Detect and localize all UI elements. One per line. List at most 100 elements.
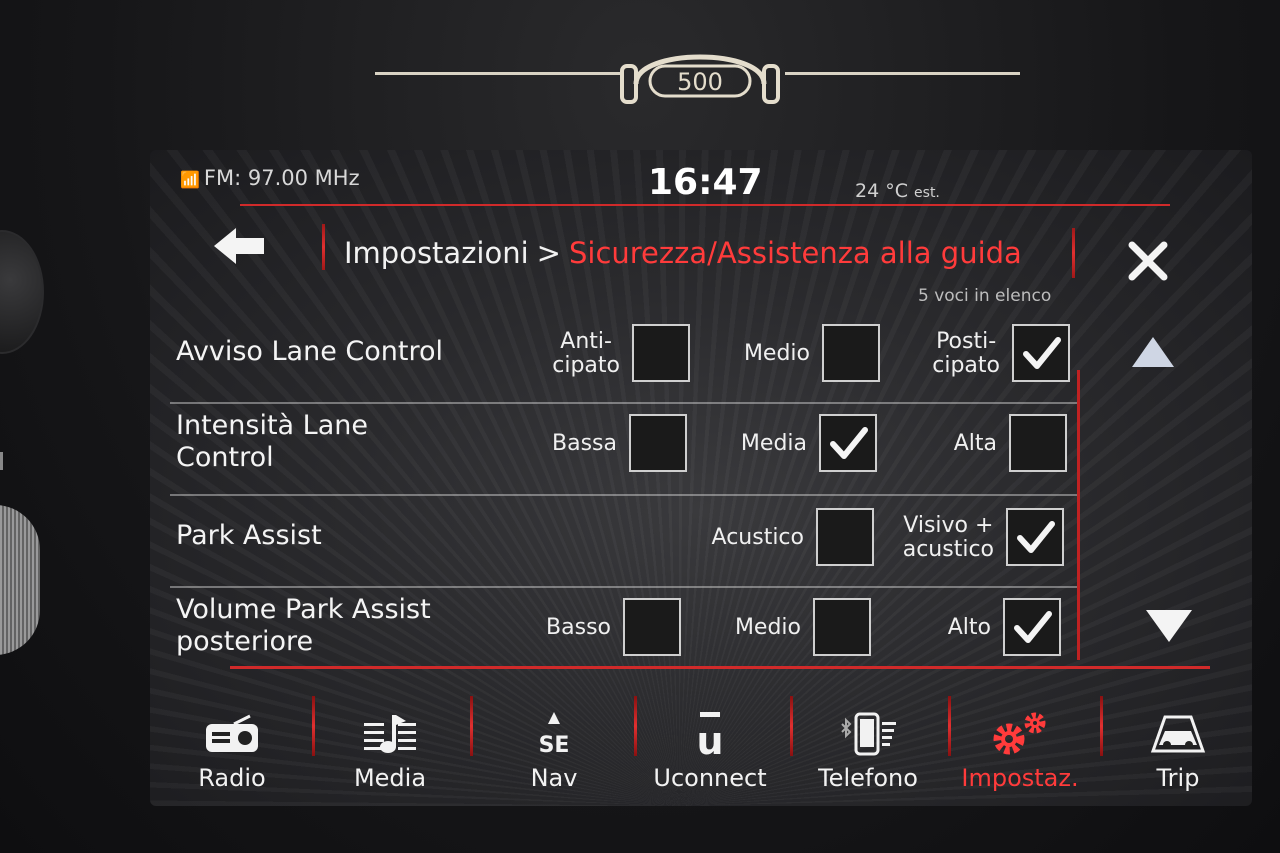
nav-icon: SE bbox=[539, 712, 569, 758]
nav-separator bbox=[1100, 696, 1103, 756]
setting-option: Bassa bbox=[497, 414, 687, 474]
setting-option: Acustico bbox=[684, 508, 874, 568]
back-button[interactable] bbox=[210, 224, 280, 268]
radio-icon bbox=[206, 714, 258, 752]
media-icon bbox=[320, 706, 460, 762]
option-checkbox[interactable] bbox=[629, 414, 687, 472]
triangle-up-icon bbox=[1132, 337, 1174, 367]
setting-option: Alto bbox=[871, 598, 1061, 658]
row-divider bbox=[170, 402, 1080, 404]
option-label: Anti-cipato bbox=[552, 329, 620, 378]
uconnect-logo-text: u bbox=[696, 719, 723, 758]
scrollbar-track[interactable] bbox=[1077, 370, 1080, 660]
uconnect-icon: u bbox=[696, 712, 724, 758]
browse-knob[interactable] bbox=[0, 505, 40, 655]
fiat-500-logo: 500 bbox=[375, 38, 1020, 108]
navbar-divider bbox=[230, 666, 1210, 669]
nav-separator bbox=[470, 696, 473, 756]
option-checkbox[interactable] bbox=[1006, 508, 1064, 566]
option-label: Medio bbox=[734, 615, 801, 640]
item-count: 5 voci in elenco bbox=[918, 286, 1052, 306]
nav-item-media[interactable]: Media bbox=[320, 676, 460, 806]
checkmark-icon bbox=[1017, 521, 1055, 553]
nav-item-radio[interactable]: Radio bbox=[162, 676, 302, 806]
option-label: Posti-cipato bbox=[932, 329, 1000, 378]
checkmark-icon bbox=[1023, 337, 1061, 369]
bottom-navbar: Radio Media SE Nav u Uconnect Telefono Impostaz… bbox=[150, 676, 1252, 806]
media-icon bbox=[364, 715, 416, 753]
nav-separator bbox=[312, 696, 315, 756]
nav-separator bbox=[634, 696, 637, 756]
status-divider bbox=[240, 204, 1170, 206]
nav-label: Trip bbox=[1156, 764, 1200, 792]
setting-option: Posti-cipato bbox=[880, 324, 1070, 384]
option-checkbox[interactable] bbox=[816, 508, 874, 566]
breadcrumb-root[interactable]: Impostazioni bbox=[344, 236, 529, 270]
setting-option: Media bbox=[687, 414, 877, 474]
trip-car-icon bbox=[1150, 715, 1206, 753]
option-checkbox[interactable] bbox=[1012, 324, 1070, 382]
setting-option: Visivo + acustico bbox=[874, 508, 1064, 568]
nav-separator bbox=[790, 696, 793, 756]
breadcrumb: Impostazioni > Sicurezza/Assistenza alla g… bbox=[344, 236, 1022, 270]
nav-label: Nav bbox=[530, 764, 578, 792]
option-label: Medio bbox=[743, 341, 810, 366]
nav-label: Radio bbox=[198, 764, 266, 792]
nav-item-trip[interactable]: Trip bbox=[1108, 676, 1248, 806]
row-divider bbox=[170, 586, 1080, 588]
nav-item-nav[interactable]: SE Nav bbox=[484, 676, 624, 806]
setting-label: Volume Park Assist posteriore bbox=[176, 594, 431, 657]
nav-label: Media bbox=[353, 764, 427, 792]
option-checkbox[interactable] bbox=[822, 324, 880, 382]
setting-option: Basso bbox=[491, 598, 681, 658]
option-checkbox[interactable] bbox=[819, 414, 877, 472]
close-button[interactable] bbox=[1125, 238, 1171, 284]
option-label: Media bbox=[740, 431, 807, 456]
settings-gear-icon bbox=[993, 712, 1046, 755]
option-checkbox[interactable] bbox=[632, 324, 690, 382]
nav-item-telefono[interactable]: Telefono bbox=[798, 676, 938, 806]
setting-option: Medio bbox=[681, 598, 871, 658]
setting-option: Medio bbox=[690, 324, 880, 384]
nav-label: Impostaz. bbox=[961, 764, 1079, 792]
close-icon bbox=[1128, 241, 1168, 281]
triangle-down-icon bbox=[1146, 610, 1192, 642]
option-label: Acustico bbox=[711, 525, 804, 550]
settings-row: Park Assist Acustico Visivo + acustico bbox=[170, 502, 1070, 592]
setting-label: Intensità Lane Control bbox=[176, 410, 368, 473]
option-label: Basso bbox=[546, 615, 611, 640]
option-checkbox[interactable] bbox=[1009, 414, 1067, 472]
setting-label: Avviso Lane Control bbox=[176, 336, 444, 367]
option-checkbox[interactable] bbox=[813, 598, 871, 656]
uconnect-icon: u bbox=[640, 706, 780, 762]
settings-row: Avviso Lane Control Anti-cipato Medio Posti… bbox=[170, 318, 1070, 408]
option-label: Alto bbox=[947, 615, 991, 640]
headphones-logo-icon: 500 bbox=[620, 54, 780, 104]
checkmark-icon bbox=[1014, 611, 1052, 643]
nav-icon: SE bbox=[484, 706, 624, 762]
volume-knob[interactable] bbox=[0, 230, 44, 354]
breadcrumb-separator: > bbox=[536, 236, 561, 270]
scroll-up-button[interactable] bbox=[1130, 335, 1176, 373]
antenna-icon: 📶 bbox=[180, 170, 200, 189]
nav-item-uconnect[interactable]: u Uconnect bbox=[640, 676, 780, 806]
status-bar: 📶 FM: 97.00 MHz 16:47 24 °C est. bbox=[150, 150, 1252, 204]
nav-label: Uconnect bbox=[653, 764, 767, 792]
page-header: Impostazioni > Sicurezza/Assistenza alla g… bbox=[150, 210, 1252, 280]
scroll-down-button[interactable] bbox=[1144, 608, 1194, 648]
clock: 16:47 bbox=[648, 162, 763, 203]
radio-icon bbox=[162, 706, 302, 762]
option-checkbox[interactable] bbox=[1003, 598, 1061, 656]
logo-text: 500 bbox=[677, 68, 723, 96]
outside-temperature: 24 °C est. bbox=[855, 180, 940, 202]
radio-status[interactable]: 📶 FM: 97.00 MHz bbox=[180, 166, 360, 190]
page-title: Sicurezza/Assistenza alla guida bbox=[568, 236, 1022, 270]
phone-icon bbox=[798, 706, 938, 762]
option-label: Alta bbox=[953, 431, 997, 456]
infotainment-screen: 📶 FM: 97.00 MHz 16:47 24 °C est. Impostaz… bbox=[150, 150, 1252, 806]
setting-label: Park Assist bbox=[176, 520, 322, 551]
nav-item-impostaz[interactable]: Impostaz. bbox=[950, 676, 1090, 806]
checkmark-icon bbox=[830, 427, 868, 459]
option-checkbox[interactable] bbox=[623, 598, 681, 656]
trip-car-icon bbox=[1108, 706, 1248, 762]
